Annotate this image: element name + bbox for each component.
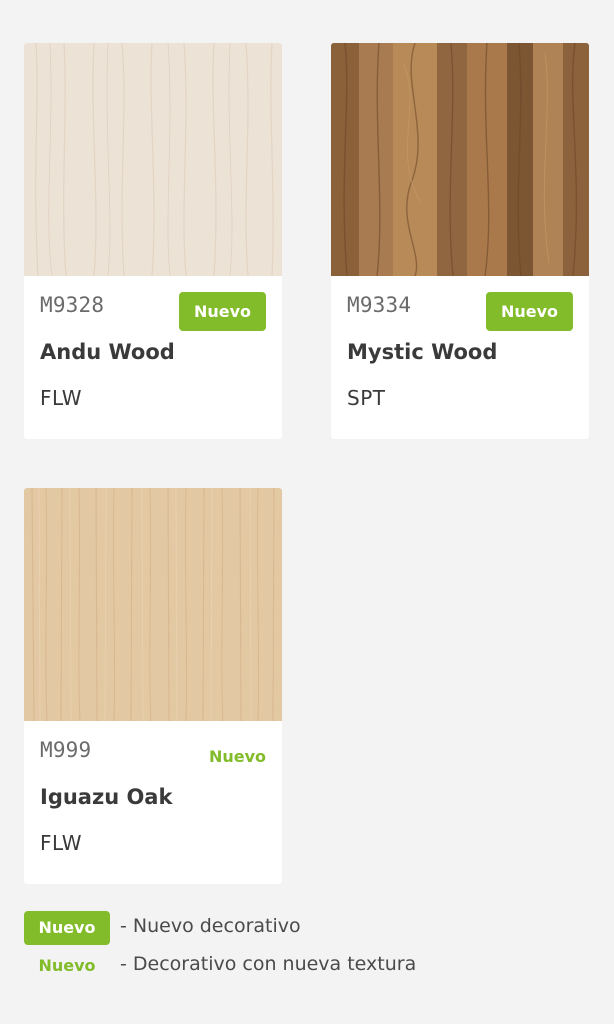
new-badge: Nuevo xyxy=(178,292,266,331)
product-finish: FLW xyxy=(40,831,83,855)
new-texture-badge: Nuevo xyxy=(208,747,266,766)
legend-new-badge: Nuevo xyxy=(24,911,110,945)
product-card-iguazu-oak[interactable]: M999 Nuevo Iguazu Oak FLW xyxy=(24,488,282,884)
product-name: Andu Wood xyxy=(40,340,175,364)
new-badge: Nuevo xyxy=(485,292,573,331)
product-finish: FLW xyxy=(40,386,83,410)
product-swatch-image xyxy=(24,43,282,276)
product-info: M9334 Nuevo Mystic Wood SPT xyxy=(331,276,589,439)
product-code: M9328 xyxy=(40,293,105,317)
legend-row: Nuevo - Decorativo con nueva textura xyxy=(24,947,584,985)
legend-text: - Decorativo con nueva textura xyxy=(120,953,417,975)
product-finish: SPT xyxy=(347,386,386,410)
legend-row: Nuevo - Nuevo decorativo xyxy=(24,909,584,947)
product-name: Mystic Wood xyxy=(347,340,498,364)
product-info: M999 Nuevo Iguazu Oak FLW xyxy=(24,721,282,884)
product-info: M9328 Nuevo Andu Wood FLW xyxy=(24,276,282,439)
legend-text: - Nuevo decorativo xyxy=(120,915,301,937)
legend-new-texture-badge: Nuevo xyxy=(38,956,96,975)
product-swatch-image xyxy=(24,488,282,721)
product-name: Iguazu Oak xyxy=(40,785,173,809)
product-page: M9328 Nuevo Andu Wood FLW M9334 Nuevo My… xyxy=(0,0,614,1024)
product-code: M999 xyxy=(40,738,92,762)
badge-legend: Nuevo - Nuevo decorativo Nuevo - Decorat… xyxy=(24,909,584,985)
product-swatch-image xyxy=(331,43,589,276)
product-card-andu-wood[interactable]: M9328 Nuevo Andu Wood FLW xyxy=(24,43,282,439)
product-code: M9334 xyxy=(347,293,412,317)
product-card-mystic-wood[interactable]: M9334 Nuevo Mystic Wood SPT xyxy=(331,43,589,439)
